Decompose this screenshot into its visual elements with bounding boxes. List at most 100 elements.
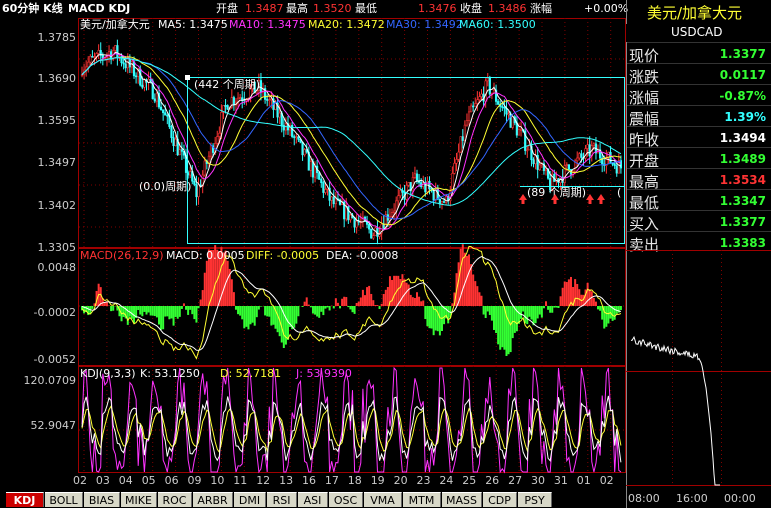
- candle-body: [511, 116, 514, 128]
- candle-body: [428, 181, 431, 190]
- candle-body: [567, 164, 570, 170]
- candle-body: [372, 235, 375, 239]
- period-label[interactable]: 60分钟 K线: [2, 3, 63, 15]
- top-info-bar: 60分钟 K线 MACD KDJ 开盘 1.3487 最高 1.3520 最低 …: [0, 0, 628, 18]
- price-legend-name: 美元/加拿大元: [80, 18, 150, 31]
- x-tick-label: 26: [485, 474, 500, 487]
- candle-body: [349, 214, 352, 221]
- candle-body: [474, 103, 477, 107]
- tab-mass[interactable]: MASS: [442, 492, 482, 507]
- price-y-tick: 1.3785: [37, 31, 77, 44]
- time-tick: 08:00: [628, 492, 660, 505]
- open-value: 1.3487: [245, 2, 284, 15]
- quote-row: 开盘 1.3489: [627, 147, 771, 170]
- close-value: 1.3486: [488, 2, 527, 15]
- buy-arrow-icon: [597, 194, 605, 204]
- candle-body: [397, 195, 400, 202]
- candle-body: [89, 55, 92, 63]
- candle-body: [232, 97, 235, 106]
- candle-body: [332, 196, 335, 205]
- candle-body: [124, 63, 127, 69]
- candle-body: [164, 112, 167, 116]
- candle-body: [472, 105, 475, 108]
- quote-row-value: 1.3489: [719, 152, 766, 166]
- candle-body: [528, 145, 531, 151]
- candle-body: [390, 212, 394, 217]
- dea-line: [81, 256, 622, 351]
- candle-body: [216, 136, 219, 144]
- high-value: 1.3520: [313, 2, 352, 15]
- candle-body: [132, 61, 136, 77]
- tab-boll[interactable]: BOLL: [45, 492, 83, 507]
- candle-body: [143, 79, 146, 88]
- candle-body: [451, 173, 454, 192]
- ma10-value: MA10: 1.3475: [229, 18, 306, 31]
- quote-row-value: 1.3534: [719, 173, 766, 187]
- annotation-edge: (: [617, 186, 621, 199]
- candle-body: [139, 68, 142, 86]
- tab-arbr[interactable]: ARBR: [193, 492, 233, 507]
- tab-roc[interactable]: ROC: [158, 492, 192, 507]
- quote-row-value: -0.87%: [719, 89, 766, 103]
- candle-body: [195, 184, 198, 198]
- candle-body: [415, 173, 419, 181]
- candle-body: [170, 126, 173, 138]
- x-tick-label: 02: [599, 474, 614, 487]
- side-symbol-box: USDCAD: [626, 24, 771, 42]
- candle-body: [440, 201, 444, 205]
- quote-row: 震幅 1.39%: [627, 105, 771, 128]
- high-label: 最高: [286, 2, 308, 15]
- macd-legend: MACD(26,12,9): [80, 249, 164, 262]
- annotation-period: (0.0)周期): [139, 180, 191, 193]
- candle-body: [497, 101, 500, 105]
- candle-body: [97, 50, 100, 54]
- side-quote-rows: 现价 1.3377 涨跌 0.0117 涨幅 -0.87% 震幅 1.39% 昨收 1.3494 开…: [626, 42, 771, 254]
- buy-arrow-icon: [586, 194, 594, 204]
- tab-osc[interactable]: OSC: [329, 492, 363, 507]
- tab-rsi[interactable]: RSI: [267, 492, 297, 507]
- candle-body: [155, 92, 159, 102]
- period-box-handle[interactable]: [185, 75, 190, 80]
- candle-body: [503, 106, 506, 109]
- tab-dmi[interactable]: DMI: [234, 492, 266, 507]
- quote-row: 涨幅 -0.87%: [627, 84, 771, 107]
- x-tick-label: 13: [279, 474, 294, 487]
- x-tick-label: 01: [576, 474, 591, 487]
- candle-body: [580, 153, 583, 158]
- candle-body: [532, 159, 535, 165]
- k-value: K: 53.1250: [140, 367, 200, 380]
- tab-mike[interactable]: MIKE: [121, 492, 157, 507]
- x-tick-label: 10: [210, 474, 225, 487]
- low-label: 最低: [355, 2, 377, 15]
- candle-body: [101, 55, 104, 59]
- candle-body: [245, 99, 248, 102]
- candle-body: [619, 160, 623, 169]
- tab-asi[interactable]: ASI: [298, 492, 328, 507]
- candle-body: [197, 184, 200, 198]
- candle-body: [309, 161, 312, 171]
- tab-bias[interactable]: BIAS: [84, 492, 120, 507]
- x-tick-label: 31: [553, 474, 568, 487]
- x-tick-label: 25: [462, 474, 477, 487]
- macd-value: MACD: 0.0005: [166, 249, 245, 262]
- candle-body: [87, 61, 90, 68]
- candle-body: [478, 96, 481, 101]
- tab-kdj[interactable]: KDJ: [6, 492, 44, 507]
- quote-row-value: 1.3494: [719, 131, 766, 145]
- tab-mtm[interactable]: MTM: [403, 492, 441, 507]
- candle-body: [153, 98, 156, 102]
- candle-body: [178, 149, 181, 156]
- kdj-y-tick: 52.9047: [30, 419, 77, 432]
- tab-cdp[interactable]: CDP: [483, 492, 517, 507]
- candle-body: [544, 168, 548, 171]
- period-box: [187, 77, 625, 244]
- candle-body: [484, 80, 487, 102]
- tab-vma[interactable]: VMA: [364, 492, 402, 507]
- tab-psy[interactable]: PSY: [518, 492, 552, 507]
- price-y-tick: 1.3305: [37, 241, 77, 254]
- candle-body: [330, 196, 333, 201]
- candle-body: [517, 129, 521, 136]
- ma10-line: [81, 53, 622, 231]
- x-tick-label: 27: [508, 474, 523, 487]
- candle-body: [220, 111, 223, 134]
